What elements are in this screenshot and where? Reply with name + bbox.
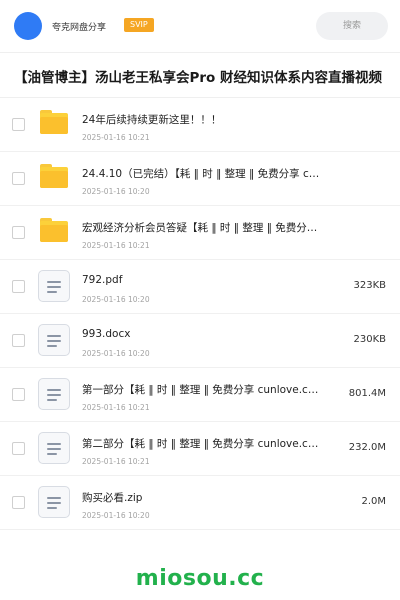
file-size: 232.0M	[348, 442, 386, 453]
folder-icon	[40, 218, 68, 242]
row-checkbox[interactable]	[12, 280, 25, 293]
file-size: 2.0M	[361, 496, 386, 507]
row-checkbox[interactable]	[12, 172, 25, 185]
share-title-bar: 【油管博主】汤山老王私享会Pro 财经知识体系内容直播视频	[0, 52, 400, 98]
file-list: 24年后续持续更新这里！！！ 2025-01-16 10:21 24.4.10（…	[0, 98, 400, 530]
document-icon	[38, 486, 70, 518]
file-size: 323KB	[353, 280, 386, 291]
row-checkbox[interactable]	[12, 442, 25, 455]
file-date: 2025-01-16 10:21	[82, 241, 150, 250]
row-checkbox[interactable]	[12, 118, 25, 131]
list-item[interactable]: 第二部分【耗 ‖ 时 ‖ 整理 ‖ 免费分享 cunlove.cn】 2025-…	[0, 422, 400, 476]
file-size: 801.4M	[348, 388, 386, 399]
document-icon	[38, 432, 70, 464]
row-checkbox[interactable]	[12, 226, 25, 239]
file-date: 2025-01-16 10:21	[82, 457, 150, 466]
row-checkbox[interactable]	[12, 496, 25, 509]
row-checkbox[interactable]	[12, 334, 25, 347]
file-size: 230KB	[353, 334, 386, 345]
folder-icon	[40, 164, 68, 188]
folder-icon	[40, 110, 68, 134]
document-icon	[38, 324, 70, 356]
file-name: 24.4.10（已完结）【耗 ‖ 时 ‖ 整理 ‖ 免费分享 cunlove.c…	[82, 168, 322, 180]
page-title: 【油管博主】汤山老王私享会Pro 财经知识体系内容直播视频	[14, 70, 383, 86]
file-date: 2025-01-16 10:20	[82, 511, 150, 520]
list-item[interactable]: 24年后续持续更新这里！！！ 2025-01-16 10:21	[0, 98, 400, 152]
row-checkbox[interactable]	[12, 388, 25, 401]
file-name: 792.pdf	[82, 274, 123, 286]
file-date: 2025-01-16 10:21	[82, 133, 150, 142]
file-date: 2025-01-16 10:20	[82, 295, 150, 304]
file-date: 2025-01-16 10:20	[82, 349, 150, 358]
search-input[interactable]: 搜索	[316, 12, 388, 40]
document-icon	[38, 270, 70, 302]
file-name: 宏观经济分析会员答疑【耗 ‖ 时 ‖ 整理 ‖ 免费分享 cu…	[82, 222, 322, 234]
list-item[interactable]: 第一部分【耗 ‖ 时 ‖ 整理 ‖ 免费分享 cunlove.cn】 2025-…	[0, 368, 400, 422]
app-header: 夸克网盘分享 SVIP 搜索	[0, 0, 400, 52]
file-name: 购买必看.zip	[82, 492, 143, 504]
svip-badge: SVIP	[124, 18, 154, 32]
list-item[interactable]: 购买必看.zip 2025-01-16 10:20 2.0M	[0, 476, 400, 530]
avatar[interactable]	[14, 12, 42, 40]
watermark: miosou.cc	[135, 566, 265, 591]
file-date: 2025-01-16 10:20	[82, 187, 150, 196]
list-item[interactable]: 792.pdf 2025-01-16 10:20 323KB	[0, 260, 400, 314]
list-item[interactable]: 24.4.10（已完结）【耗 ‖ 时 ‖ 整理 ‖ 免费分享 cunlove.c…	[0, 152, 400, 206]
file-date: 2025-01-16 10:21	[82, 403, 150, 412]
list-item[interactable]: 宏观经济分析会员答疑【耗 ‖ 时 ‖ 整理 ‖ 免费分享 cu… 2025-01…	[0, 206, 400, 260]
file-name: 第二部分【耗 ‖ 时 ‖ 整理 ‖ 免费分享 cunlove.cn】	[82, 438, 322, 450]
file-name: 993.docx	[82, 328, 131, 340]
list-item[interactable]: 993.docx 2025-01-16 10:20 230KB	[0, 314, 400, 368]
file-name: 第一部分【耗 ‖ 时 ‖ 整理 ‖ 免费分享 cunlove.cn】	[82, 384, 322, 396]
document-icon	[38, 378, 70, 410]
file-name: 24年后续持续更新这里！！！	[82, 114, 222, 126]
brand-label: 夸克网盘分享	[52, 23, 107, 33]
